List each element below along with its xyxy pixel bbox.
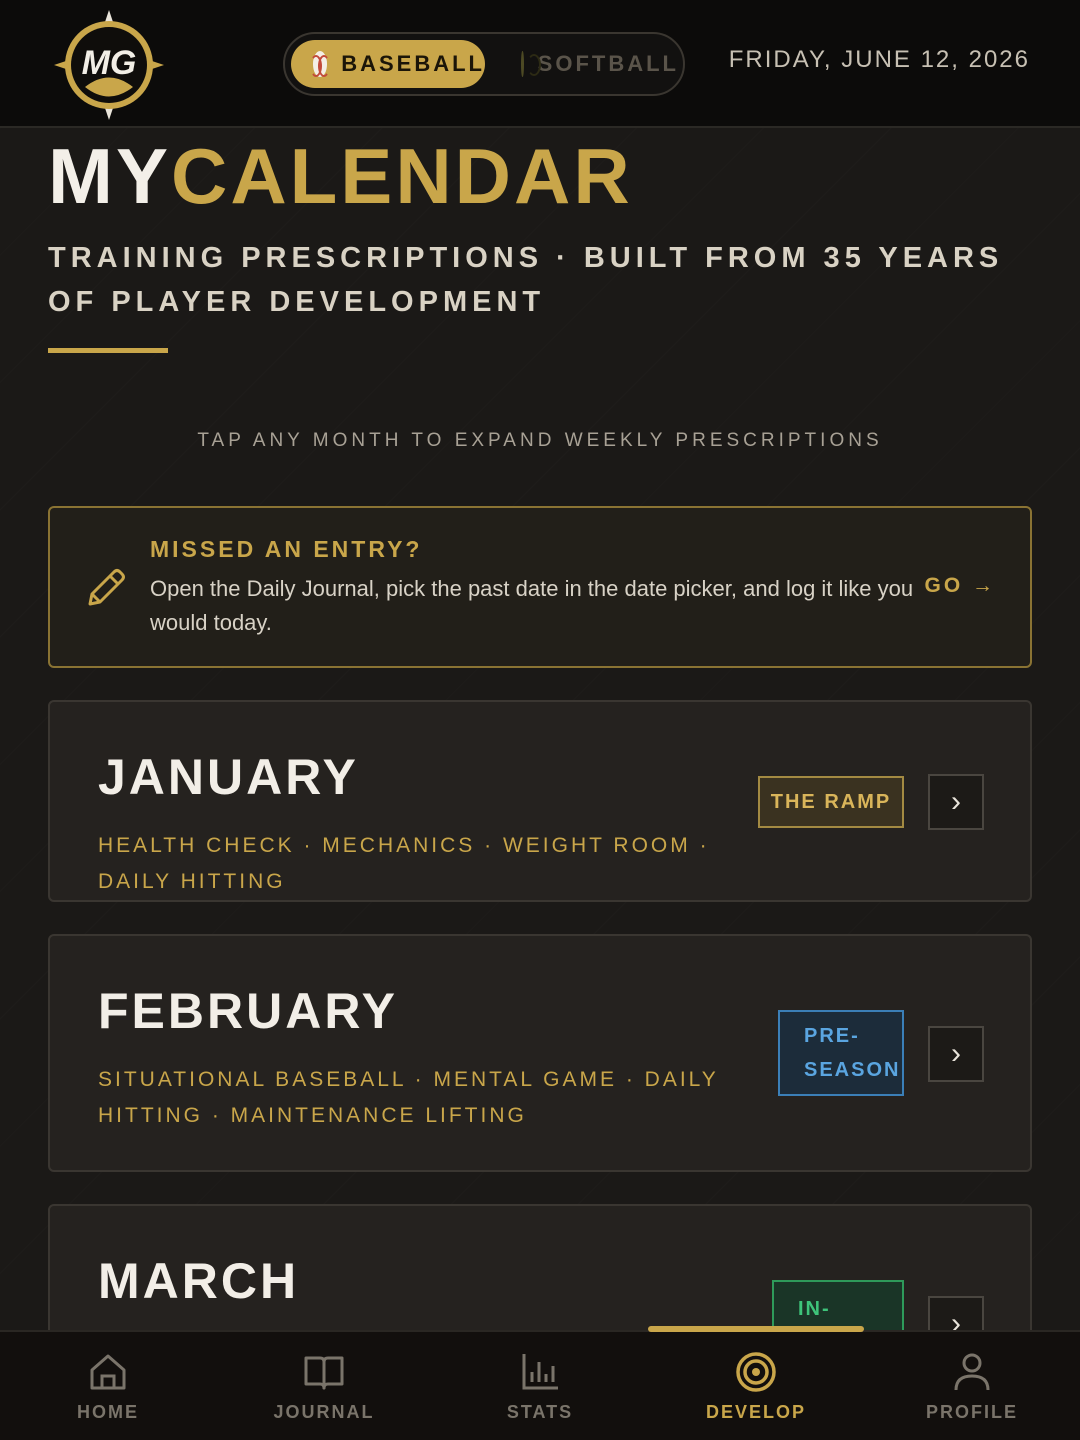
month-card-january[interactable]: JANUARY HEALTH CHECK · MECHANICS · WEIGH… [48, 700, 1032, 902]
nav-stats[interactable]: STATS [432, 1350, 648, 1423]
page-title-my: MY [48, 132, 171, 220]
home-icon [90, 1354, 126, 1390]
mg-logo-icon[interactable]: MG [52, 8, 166, 122]
baseball-toggle-button[interactable]: BASEBALL [291, 40, 485, 88]
missed-entry-body: Open the Daily Journal, pick the past da… [150, 576, 914, 635]
nav-home-label: HOME [77, 1402, 139, 1422]
expand-chevron-icon[interactable]: › [928, 1296, 984, 1330]
month-name: FEBRUARY [98, 983, 398, 1039]
baseball-label: BASEBALL [341, 51, 485, 76]
scroll-content[interactable]: MG BASEBALL SOFTBALL FRIDAY, JUNE 12, 20… [0, 0, 1080, 1330]
bar-chart-icon [522, 1354, 558, 1390]
nav-stats-label: STATS [506, 1402, 574, 1422]
page-title: MYCALENDAR [48, 132, 633, 220]
current-date: FRIDAY, JUNE 12, 2026 [728, 46, 1030, 73]
page-title-calendar: CALENDAR [171, 132, 633, 220]
page-subtitle: TRAINING PRESCRIPTIONS · BUILT FROM 35 Y… [48, 242, 1004, 318]
baseball-icon [309, 51, 331, 77]
bottom-navigation: HOME JOURNAL STATS DEVELOP PROFILE [0, 1326, 1080, 1440]
softball-label: SOFTBALL [537, 51, 679, 76]
sport-toggle: BASEBALL SOFTBALL [283, 32, 685, 96]
top-header: MG BASEBALL SOFTBALL FRIDAY, JUNE 12, 20… [0, 0, 1080, 128]
expand-chevron-icon[interactable]: › [928, 774, 984, 830]
month-tags: SITUATIONAL BASEBALL · MENTAL GAME · DAI… [98, 1068, 719, 1127]
nav-journal[interactable]: JOURNAL [216, 1350, 432, 1423]
target-icon [736, 1352, 776, 1392]
month-name: MARCH [98, 1253, 300, 1309]
expand-chevron-icon[interactable]: › [928, 1026, 984, 1082]
month-card-february[interactable]: FEBRUARY SITUATIONAL BASEBALL · MENTAL G… [48, 934, 1032, 1172]
nav-home[interactable]: HOME [0, 1350, 216, 1423]
nav-develop-label: DEVELOP [705, 1402, 807, 1422]
softball-toggle-button[interactable]: SOFTBALL [499, 40, 679, 88]
nav-profile[interactable]: PROFILE [864, 1350, 1080, 1423]
nav-develop[interactable]: DEVELOP [648, 1350, 864, 1423]
softball-icon [521, 51, 539, 77]
go-button[interactable]: GO → [924, 574, 996, 598]
nav-journal-label: JOURNAL [273, 1402, 375, 1422]
title-divider [48, 348, 168, 353]
month-tags: HEALTH CHECK · MECHANICS · WEIGHT ROOM ·… [98, 834, 710, 893]
phase-badge-in-season: IN- [772, 1280, 904, 1330]
book-icon [304, 1356, 344, 1390]
pencil-icon [88, 569, 125, 606]
month-name: JANUARY [98, 749, 359, 805]
user-icon [954, 1353, 990, 1391]
phase-badge-the-ramp: THE RAMP [758, 776, 904, 828]
nav-profile-label: PROFILE [925, 1402, 1018, 1422]
expand-hint: TAP ANY MONTH TO EXPAND WEEKLY PRESCRIPT… [197, 430, 883, 451]
missed-entry-card[interactable]: MISSED AN ENTRY? Open the Daily Journal,… [48, 506, 1032, 668]
svg-text:MG: MG [82, 44, 137, 82]
month-card-march[interactable]: MARCH IN- › [48, 1204, 1032, 1330]
missed-entry-title: MISSED AN ENTRY? [150, 536, 423, 562]
active-tab-indicator [648, 1326, 864, 1332]
phase-badge-pre-season: PRE- SEASON [778, 1010, 904, 1096]
